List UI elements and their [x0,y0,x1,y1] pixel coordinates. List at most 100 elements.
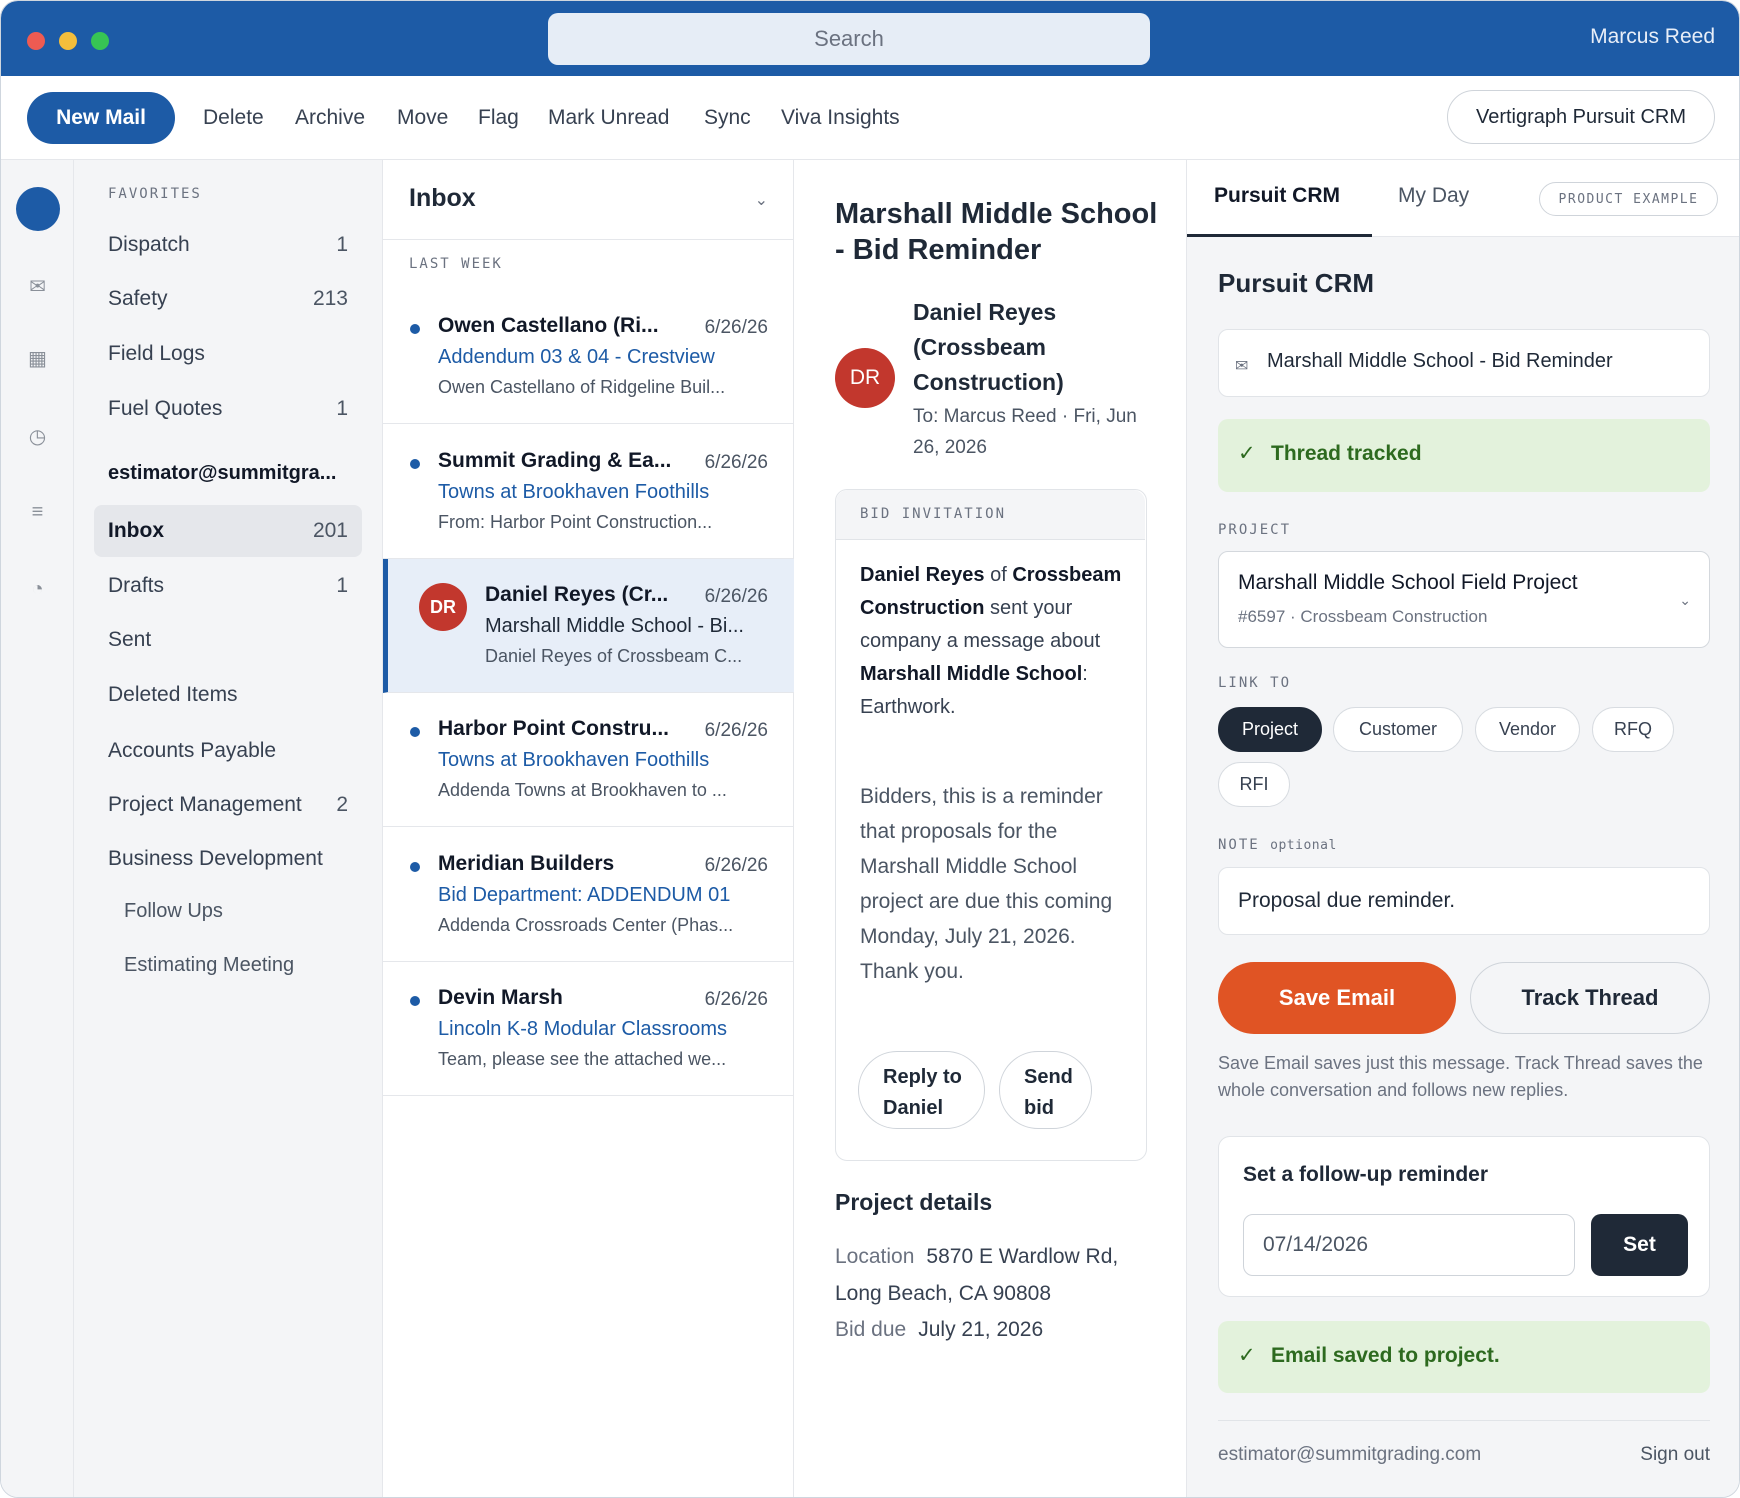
mail-icon[interactable]: ✉ [1,274,74,299]
message-date: 6/26/26 [704,855,768,876]
folder-dispatch[interactable]: Dispatch 1 [94,219,362,271]
email-recipients: To: Marcus Reed · Fri, Jun 26, 2026 [913,406,1137,458]
message-sender: Harbor Point Constru... [438,717,669,740]
folder-count: 1 [336,397,348,420]
folder-deleted-items[interactable]: Deleted Items [94,669,362,721]
app-rail: ✉ ▦ ◷ ≡ ◔ [1,160,74,1497]
calendar-icon[interactable]: ▦ [1,346,74,371]
message-date: 6/26/26 [704,720,768,741]
link-option-project[interactable]: Project [1218,707,1322,752]
delete-button[interactable]: Delete [203,106,264,130]
list-title: Inbox [409,184,476,212]
send-bid-button[interactable]: Send bid [999,1051,1092,1129]
close-window-button[interactable] [27,32,45,50]
project-location: Location 5870 E Wardlow Rd, Long Beach, C… [835,1238,1155,1312]
flag-button[interactable]: Flag [478,106,519,130]
favorites-heading: FAVORITES [108,186,202,202]
email-sender[interactable]: Daniel Reyes (Crossbeam Construction) [913,295,1153,400]
save-email-button[interactable]: Save Email [1218,962,1456,1034]
folder-sent[interactable]: Sent [94,614,362,666]
minimize-window-button[interactable] [59,32,77,50]
bid-due-value: July 21, 2026 [918,1318,1044,1341]
viva-insights-button[interactable]: Viva Insights [781,106,900,130]
folder-drafts[interactable]: Drafts 1 [94,560,362,612]
followup-title: Set a follow-up reminder [1243,1163,1489,1186]
clock-icon[interactable]: ◷ [1,424,74,449]
message-item-selected[interactable]: DR Daniel Reyes (Cr... 6/26/26 Marshall … [383,559,794,693]
message-list: Inbox ⌄ LAST WEEK Owen Castellano (Ri...… [383,160,794,1497]
crm-title: Pursuit CRM [1218,268,1374,298]
folder-project-management[interactable]: Project Management 2 [94,779,362,831]
pursuit-crm-button[interactable]: Vertigraph Pursuit CRM [1447,90,1715,144]
user-name[interactable]: Marcus Reed [1590,25,1715,49]
link-to-label: LINK TO [1218,675,1292,691]
account-heading[interactable]: estimator@summitgra... [108,462,336,485]
link-option-rfi[interactable]: RFI [1218,762,1290,807]
folder-label: Drafts [108,574,165,597]
mark-unread-button[interactable]: Mark Unread [548,106,669,130]
track-thread-button[interactable]: Track Thread [1470,962,1710,1034]
title-bar: Search Marcus Reed [1,1,1739,76]
folder-label: Dispatch [108,233,190,256]
chevron-down-icon[interactable]: ⌄ [755,190,768,210]
set-reminder-button[interactable]: Set [1591,1214,1688,1276]
folder-field-logs[interactable]: Field Logs [94,328,362,380]
pie-chart-icon[interactable]: ◔ [1,578,74,601]
note-input[interactable]: Proposal due reminder. [1218,867,1710,935]
unread-dot-icon [410,727,420,737]
link-option-customer[interactable]: Customer [1333,707,1463,752]
message-subject: Bid Department: ADDENDUM 01 [438,884,731,906]
followup-date-input[interactable]: 07/14/2026 [1243,1214,1575,1276]
account-avatar[interactable] [16,187,60,231]
folder-label: Fuel Quotes [108,397,223,420]
folder-follow-ups[interactable]: Follow Ups [94,886,362,938]
message-item[interactable]: Owen Castellano (Ri... 6/26/26 Addendum … [383,290,794,424]
zoom-window-button[interactable] [91,32,109,50]
archive-button[interactable]: Archive [295,106,365,130]
link-option-rfq[interactable]: RFQ [1592,707,1674,752]
group-label: LAST WEEK [409,256,503,272]
mail-window: Search Marcus Reed New Mail Delete Archi… [0,0,1740,1498]
link-option-vendor[interactable]: Vendor [1475,707,1580,752]
reading-pane: Marshall Middle School - Bid Reminder DR… [794,160,1187,1497]
project-meta: #6597 · Crossbeam Construction [1238,607,1488,626]
bid-invitation-card: BID INVITATION Daniel Reyes of Crossbeam… [835,489,1147,1161]
message-list-header[interactable]: Inbox ⌄ [383,160,794,240]
project-select[interactable]: Marshall Middle School Field Project #65… [1218,551,1710,648]
folder-estimating-meeting[interactable]: Estimating Meeting [94,940,362,992]
message-preview: Team, please see the attached we... [438,1049,727,1069]
tab-pursuit-crm[interactable]: Pursuit CRM [1214,184,1340,208]
message-item[interactable]: Meridian Builders 6/26/26 Bid Department… [383,828,794,962]
folder-business-development[interactable]: Business Development [94,833,362,885]
checkmark-icon: ✓ [1238,1344,1256,1367]
folder-label: Estimating Meeting [124,954,295,976]
new-mail-button[interactable]: New Mail [27,92,175,144]
message-sender: Owen Castellano (Ri... [438,314,659,337]
message-subject: Marshall Middle School - Bi... [485,615,744,637]
email-saved-text: Email saved to project. [1271,1344,1500,1367]
unread-dot-icon [410,996,420,1006]
project-bid-due: Bid due July 21, 2026 [835,1311,1043,1348]
folder-label: Project Management [108,793,302,816]
message-item[interactable]: Devin Marsh 6/26/26 Lincoln K-8 Modular … [383,962,794,1096]
project-name: Marshall Middle School Field Project [1238,571,1578,594]
search-placeholder: Search [814,26,884,51]
message-preview: Owen Castellano of Ridgeline Buil... [438,377,726,397]
reply-button[interactable]: Reply to Daniel [858,1051,985,1129]
list-icon[interactable]: ≡ [1,501,74,524]
active-tab-indicator [1187,234,1372,237]
tab-my-day[interactable]: My Day [1398,184,1469,208]
message-item[interactable]: Harbor Point Constru... 6/26/26 Towns at… [383,693,794,827]
message-date: 6/26/26 [704,317,768,338]
sign-out-link[interactable]: Sign out [1640,1444,1710,1466]
move-button[interactable]: Move [397,106,448,130]
folder-pane: FAVORITES Dispatch 1 Safety 213 Field Lo… [74,160,383,1497]
folder-safety[interactable]: Safety 213 [94,273,362,325]
search-bar[interactable]: Search [548,13,1150,65]
sync-button[interactable]: Sync [704,106,751,130]
message-item[interactable]: Summit Grading & Ea... 6/26/26 Towns at … [383,425,794,559]
toolbar: New Mail Delete Archive Move Flag Mark U… [1,76,1739,160]
folder-inbox[interactable]: Inbox 201 [94,505,362,557]
folder-fuel-quotes[interactable]: Fuel Quotes 1 [94,383,362,435]
folder-accounts-payable[interactable]: Accounts Payable [94,725,362,777]
